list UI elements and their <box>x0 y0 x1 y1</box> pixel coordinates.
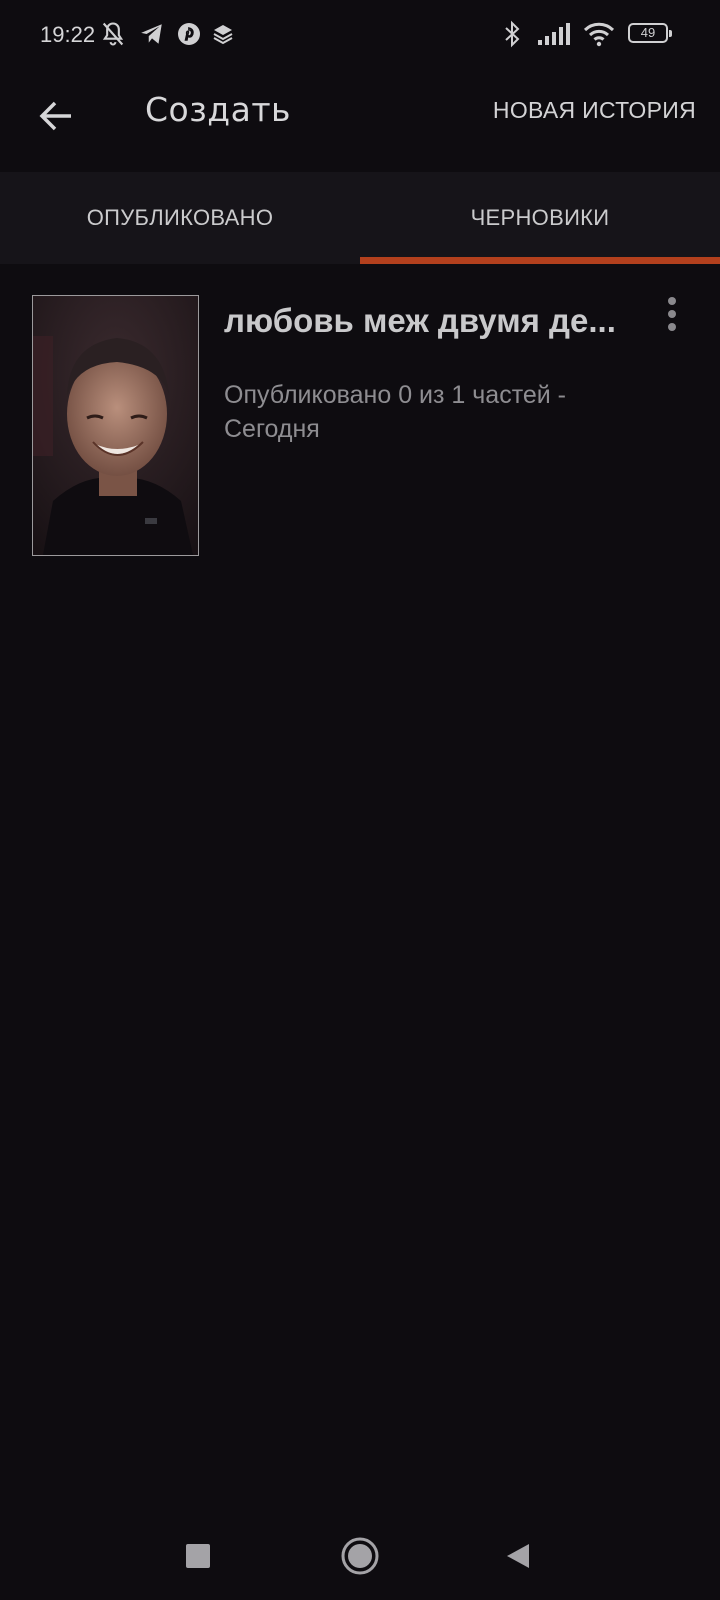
telegram-icon <box>138 20 166 48</box>
recents-square-icon <box>186 1544 210 1568</box>
back-nav-button[interactable] <box>494 1532 542 1580</box>
home-circle-icon <box>341 1537 379 1575</box>
wifi-icon <box>582 20 616 48</box>
bluetooth-icon <box>500 20 524 48</box>
signal-icon <box>536 20 572 48</box>
story-list-item[interactable]: любовь меж двумя де... Опубликовано 0 из… <box>0 284 720 564</box>
status-bar: 19:22 49 <box>0 0 720 72</box>
page-title: Создать <box>145 90 291 129</box>
app-bar: Создать НОВАЯ ИСТОРИЯ <box>0 72 720 168</box>
status-time: 19:22 <box>40 22 96 47</box>
system-nav-bar <box>0 1510 720 1600</box>
story-title: любовь меж двумя де... <box>224 302 616 339</box>
home-button[interactable] <box>336 1532 384 1580</box>
tab-drafts-label: ЧЕРНОВИКИ <box>470 205 610 230</box>
battery-icon: 49 <box>628 23 672 43</box>
layers-icon <box>210 20 236 48</box>
recents-button[interactable] <box>174 1532 222 1580</box>
tab-drafts[interactable]: ЧЕРНОВИКИ <box>360 172 720 264</box>
tab-selected-indicator <box>360 257 720 264</box>
back-button[interactable] <box>30 90 82 142</box>
arrow-left-icon <box>39 101 71 131</box>
tab-bar: ОПУБЛИКОВАНО ЧЕРНОВИКИ <box>0 172 720 264</box>
notifications-off-icon <box>98 20 128 48</box>
tab-published-label: ОПУБЛИКОВАНО <box>86 205 274 230</box>
screen: 19:22 49 Создать НОВАЯ ИСТОРИЯ ОПУБЛИКОВ… <box>0 0 720 1600</box>
story-cover-photo[interactable] <box>32 295 199 556</box>
pinterest-icon <box>175 20 203 48</box>
more-vert-icon <box>668 297 676 331</box>
story-meta: Опубликовано 0 из 1 частей - Сегодня <box>224 381 567 443</box>
new-story-button[interactable]: НОВАЯ ИСТОРИЯ <box>493 97 696 124</box>
back-triangle-icon <box>507 1544 529 1568</box>
tab-published[interactable]: ОПУБЛИКОВАНО <box>0 172 360 264</box>
more-options-button[interactable] <box>648 290 696 338</box>
